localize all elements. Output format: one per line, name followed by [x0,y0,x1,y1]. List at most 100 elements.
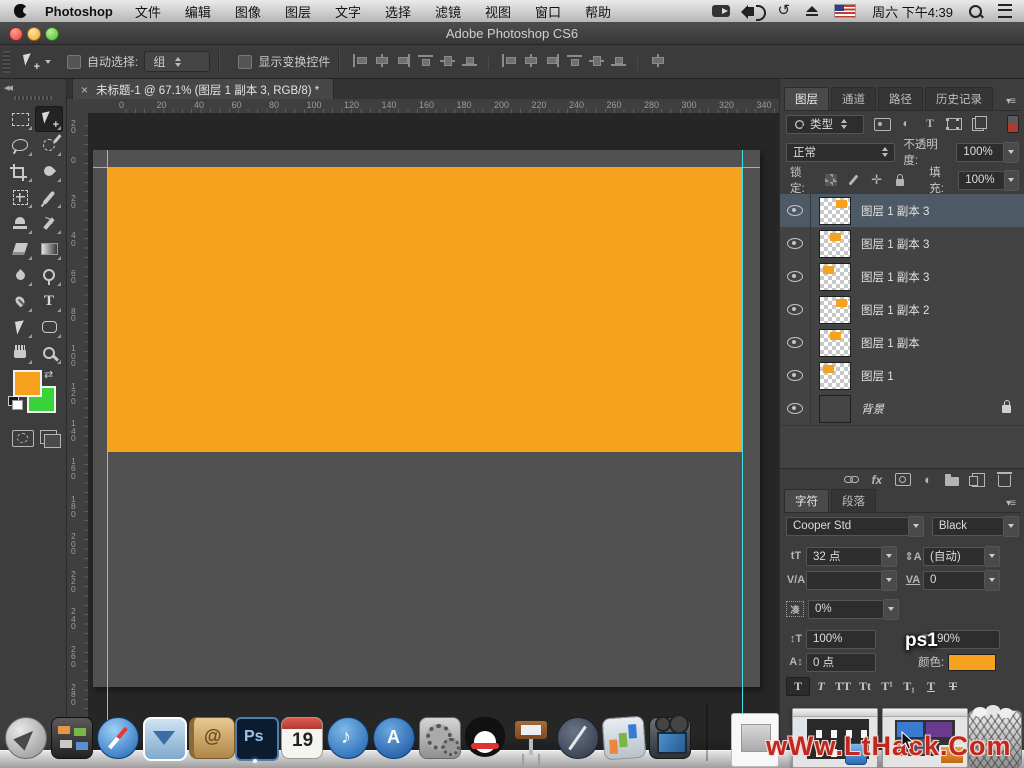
healing-brush-tool[interactable] [6,184,34,210]
distribute-v-centers-icon[interactable] [523,54,538,67]
artwork-orange-rectangle[interactable] [108,168,743,452]
brush-tool[interactable] [35,184,63,210]
superscript-button[interactable]: T¹ [876,678,898,695]
fill-value[interactable]: 100% [958,171,1004,190]
layer-row[interactable]: 图层 1 副本 2 [780,293,1024,327]
filter-smart-objects-icon[interactable] [968,116,988,132]
default-colors-icon[interactable] [8,396,19,406]
layer-name[interactable]: 图层 1 副本 3 [861,269,1024,285]
tab-layers[interactable]: 图层 [784,87,829,110]
clone-stamp-tool[interactable] [6,210,34,236]
align-right-edges-icon[interactable] [396,54,411,67]
distribute-top-icon[interactable] [501,54,516,67]
filter-adjustment-layers-icon[interactable]: ◐ [896,116,916,132]
new-group-icon[interactable] [945,477,959,486]
guide-vertical-right[interactable] [742,150,743,768]
layer-filter-toggle[interactable] [1007,115,1019,133]
move-tool[interactable] [35,106,63,132]
volume-icon[interactable] [746,7,754,16]
guide-vertical-left[interactable] [107,150,108,768]
show-transform-controls-checkbox[interactable] [238,55,252,69]
tab-close-icon[interactable]: × [81,83,88,97]
strikethrough-button[interactable]: T [942,678,964,695]
kerning-value[interactable] [806,571,882,590]
tab-character[interactable]: 字符 [784,489,829,512]
dock-item-contacts[interactable]: @ [186,711,232,763]
layer-thumbnail[interactable] [819,296,851,324]
layer-filter-type-dropdown[interactable]: 类型 [786,115,864,134]
kerning-dropdown-button[interactable] [882,570,897,591]
layer-row[interactable]: 图层 1 副本 3 [780,260,1024,294]
menu-item-7[interactable]: 视图 [485,5,511,20]
layer-thumbnail[interactable] [819,362,851,390]
align-left-edges-icon[interactable] [352,54,367,67]
distribute-h-centers-icon[interactable] [589,54,604,67]
dock-item-mail[interactable] [140,711,186,763]
swap-colors-icon[interactable]: ⇄ [44,368,53,381]
filter-shape-layers-icon[interactable] [944,116,964,132]
eraser-tool[interactable] [6,236,34,262]
align-v-centers-icon[interactable] [440,54,455,67]
tab-history[interactable]: 历史记录 [925,87,993,110]
font-style-dropdown-button[interactable] [1004,516,1019,537]
distribute-bottom-icon[interactable] [545,54,560,67]
layer-row[interactable]: 图层 1 副本 3 [780,227,1024,261]
dock-item-launchpad[interactable] [2,711,48,763]
leading-dropdown-button[interactable] [985,546,1000,567]
eye-icon[interactable] [787,205,803,216]
dock-item-numbers[interactable] [600,711,646,763]
vertical-ruler[interactable]: 2002040608010012014016018020022024026028… [66,113,89,768]
menu-item-8[interactable]: 窗口 [535,5,561,20]
tracking-value[interactable]: 0 [923,571,985,590]
document-tab[interactable]: × 未标题-1 @ 67.1% (图层 1 副本 3, RGB/8) * [72,78,334,100]
dock-item-itunes[interactable]: ♪ [324,711,370,763]
layer-effects-icon[interactable]: fx [871,473,882,487]
quick-mask-button[interactable] [12,430,34,447]
tracking-dropdown-button[interactable] [985,570,1000,591]
screen-mode-button[interactable] [40,430,57,444]
foreground-color-swatch[interactable] [13,370,42,397]
faux-italic-button[interactable]: T [810,678,832,695]
menu-item-9[interactable]: 帮助 [585,5,611,20]
rectangular-marquee-tool[interactable] [6,106,34,132]
window-zoom-button[interactable] [45,27,59,41]
window-close-button[interactable] [9,27,23,41]
lock-position-icon[interactable]: ✛ [867,172,886,188]
eye-icon[interactable] [787,304,803,315]
panel-menu-icon[interactable]: ▾≡ [1006,96,1021,110]
layer-name[interactable]: 图层 1 副本 3 [861,203,1024,219]
delete-layer-icon[interactable] [998,475,1011,487]
eyedropper-tool[interactable] [35,158,63,184]
opacity-dropdown-button[interactable] [1004,142,1019,163]
menu-item-4[interactable]: 文字 [335,5,361,20]
layer-row[interactable]: 图层 1 副本 3 [780,194,1024,228]
hand-tool[interactable] [6,340,34,366]
layer-visibility-cell[interactable] [780,194,811,227]
tab-channels[interactable]: 通道 [831,87,876,110]
tools-panel-grip[interactable] [14,96,52,100]
blend-mode-dropdown[interactable]: 正常 [786,143,895,162]
dock-item-keynote[interactable] [508,711,554,763]
dock-item-safari[interactable] [94,711,140,763]
distribute-right-icon[interactable] [611,54,626,67]
small-caps-button[interactable]: Tt [854,678,876,695]
align-top-edges-icon[interactable] [418,54,433,67]
layer-name[interactable]: 图层 1 副本 2 [861,302,1024,318]
proportional-spacing-value[interactable]: 0% [808,600,884,619]
faux-bold-button[interactable]: T [786,677,810,696]
dodge-tool[interactable] [35,262,63,288]
layer-name[interactable]: 背景 [861,401,1002,417]
menu-item-6[interactable]: 滤镜 [435,5,461,20]
apple-menu-icon[interactable] [14,4,27,18]
eye-icon[interactable] [787,403,803,414]
eye-icon[interactable] [787,238,803,249]
layer-row[interactable]: 背景 [780,392,1024,426]
layer-thumbnail[interactable] [819,263,851,291]
notification-center-icon[interactable] [998,4,1012,18]
dock-item-calendar[interactable]: 19 [278,711,324,763]
tab-paths[interactable]: 路径 [878,87,923,110]
font-style-dropdown[interactable]: Black [932,517,1005,536]
window-title-bar[interactable]: Adobe Photoshop CS6 [0,22,1024,45]
layer-visibility-cell[interactable] [780,392,811,425]
eye-icon[interactable] [787,337,803,348]
